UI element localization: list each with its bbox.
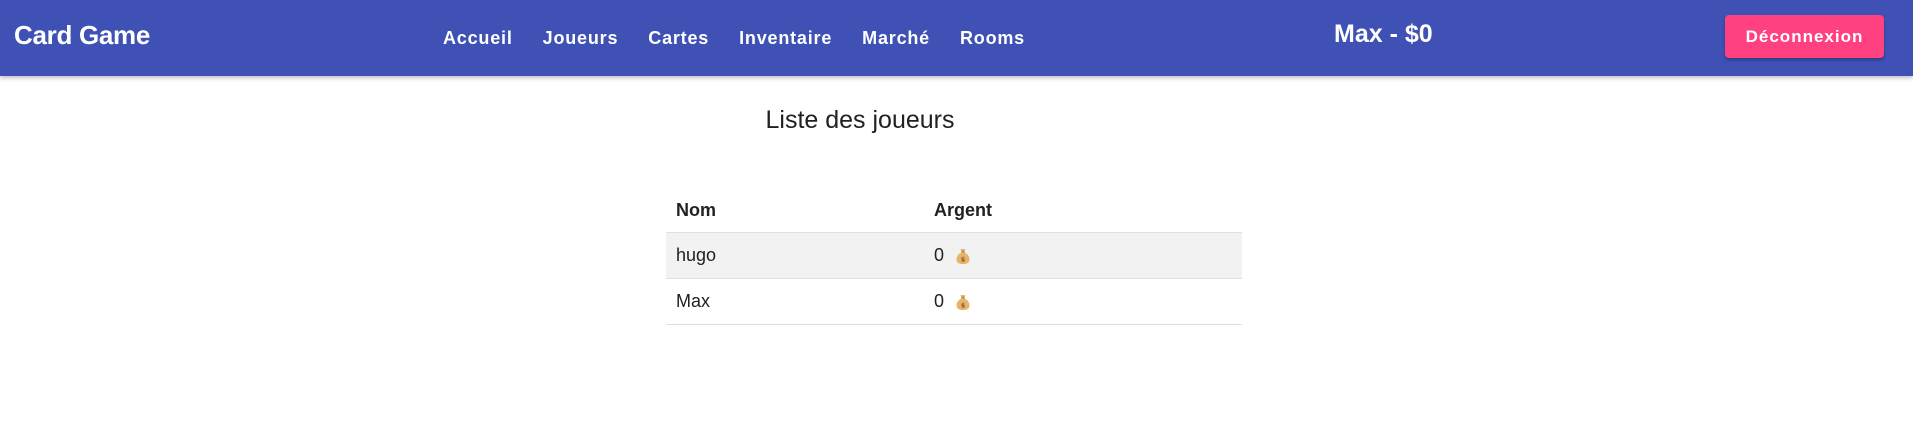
- player-name: Max: [666, 278, 924, 325]
- nav-link-marche[interactable]: Marché: [847, 28, 945, 49]
- logout-button[interactable]: Déconnexion: [1725, 15, 1884, 58]
- player-name: hugo: [666, 232, 924, 279]
- svg-text:$: $: [961, 301, 966, 309]
- user-balance: Max - $0: [1334, 20, 1433, 48]
- nav-links: Accueil Joueurs Cartes Inventaire Marché…: [443, 0, 1040, 76]
- top-navbar: Card Game Accueil Joueurs Cartes Inventa…: [0, 0, 1913, 76]
- nav-link-cartes[interactable]: Cartes: [633, 28, 724, 49]
- nav-link-rooms[interactable]: Rooms: [945, 28, 1040, 49]
- table-row: hugo 0 $: [666, 232, 1242, 279]
- player-money-cell: 0 $: [924, 278, 1242, 325]
- money-bag-icon: $: [956, 248, 970, 264]
- player-money: 0: [934, 290, 945, 311]
- table-row: Max 0 $: [666, 278, 1242, 325]
- svg-text:$: $: [961, 255, 966, 263]
- column-header-money: Argent: [924, 190, 1242, 233]
- player-money: 0: [934, 244, 945, 265]
- nav-link-accueil[interactable]: Accueil: [443, 28, 528, 49]
- app-brand[interactable]: Card Game: [14, 20, 150, 51]
- player-money-cell: 0 $: [924, 232, 1242, 279]
- players-table: Nom Argent hugo 0 $ Max 0 $: [666, 190, 1242, 325]
- page-title: Liste des joueurs: [765, 106, 955, 134]
- column-header-name: Nom: [666, 190, 924, 233]
- nav-link-joueurs[interactable]: Joueurs: [528, 28, 634, 49]
- money-bag-icon: $: [956, 294, 970, 310]
- nav-link-inventaire[interactable]: Inventaire: [724, 28, 847, 49]
- table-header-row: Nom Argent: [666, 190, 1242, 233]
